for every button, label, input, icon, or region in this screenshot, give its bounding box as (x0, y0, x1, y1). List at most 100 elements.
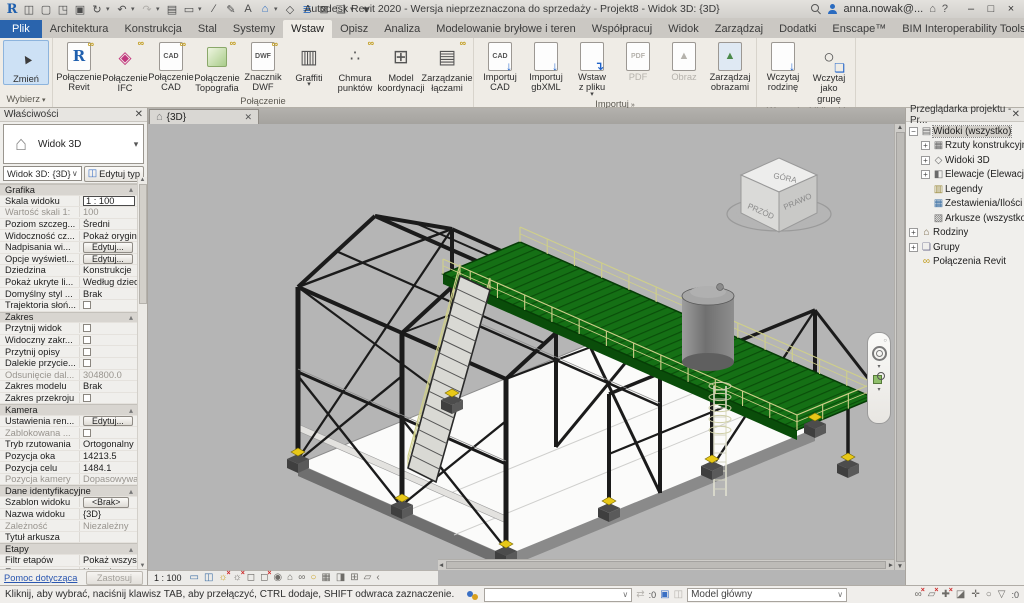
property-value[interactable]: 14213.5 (80, 451, 137, 461)
button-model-koordynacji[interactable]: ⊞Model koordynacji (378, 40, 424, 94)
button-połączenie-cad[interactable]: CAD∞Połączenie CAD (148, 40, 194, 93)
properties-scrollbar[interactable]: ▲▼ (137, 177, 147, 569)
design-option-combo[interactable]: Model główny∨ (687, 588, 847, 602)
model-viewport[interactable]: GÓRA PRZÓD PRAWO ○ ▾ ▾ ▲▼ ◄► (148, 124, 905, 570)
section-collapse-icon[interactable]: ▴ (129, 487, 133, 496)
aligned-dimension-icon[interactable]: ∕ (206, 2, 222, 17)
property-value[interactable]: Nowa konstrukcja (80, 567, 137, 569)
property-value[interactable]: 1484.1 (80, 463, 137, 473)
sync-icon-dropdown[interactable]: ▾ (106, 5, 113, 13)
tab-architektura[interactable]: Architektura (42, 20, 117, 38)
workset-combo[interactable]: ∨ (484, 588, 632, 602)
section-collapse-icon[interactable]: ▴ (129, 185, 133, 194)
expand-icon[interactable]: ‹ (376, 573, 379, 583)
property-value[interactable]: 304800.0 (80, 370, 137, 380)
property-checkbox[interactable] (83, 429, 91, 437)
browser-close-icon[interactable]: ✕ (1012, 109, 1020, 120)
tab-zarz-dzaj[interactable]: Zarządzaj (707, 20, 771, 38)
browser-item-widoki-wszystko-[interactable]: −▤Widoki (wszystko) (906, 124, 1024, 139)
close-button[interactable]: × (1002, 3, 1020, 15)
property-value[interactable]: Edytuj... (80, 416, 137, 427)
help-icon[interactable]: ? (942, 3, 948, 15)
property-checkbox[interactable] (83, 394, 91, 402)
property-button[interactable]: <Brak> (83, 497, 129, 508)
property-value[interactable]: Średni (80, 219, 137, 229)
property-value[interactable] (80, 348, 137, 356)
crop-view-icon[interactable]: ◻ (247, 573, 255, 583)
tab-plik[interactable]: Plik (0, 20, 42, 38)
select-by-face-icon[interactable]: ◪ (956, 590, 965, 600)
select-underlay-icon[interactable]: ▱× (928, 590, 936, 600)
apply-button[interactable]: Zastosuj (86, 571, 143, 585)
button-zarządzanie-łączami[interactable]: ▤∞Zarządzanie łączami (424, 40, 470, 94)
tab-konstrukcja[interactable]: Konstrukcja (116, 20, 189, 38)
default-3d-view-icon[interactable]: ⌂ (257, 2, 273, 17)
browser-item-zestawienia-ilości-wszys[interactable]: ▦Zestawienia/Ilości (wszys (906, 197, 1024, 212)
property-value[interactable]: Pokaż wszystko (80, 555, 137, 565)
property-value[interactable]: Brak (80, 381, 137, 391)
switch-window-icon-dropdown[interactable]: ▾ (350, 5, 357, 13)
tab-modelowanie-bry-owe-i-teren[interactable]: Modelowanie bryłowe i teren (428, 20, 583, 38)
tab-wsp-pracuj[interactable]: Współpracuj (584, 20, 661, 38)
tab-dodatki[interactable]: Dodatki (771, 20, 824, 38)
detail-level-icon[interactable]: ◫ (204, 573, 213, 583)
button-importuj-gbxml[interactable]: ↓Importuj gbXML (523, 40, 569, 93)
thin-lines-icon[interactable]: ≣ (299, 2, 315, 17)
customize-qat-icon[interactable]: ▾ (358, 2, 374, 17)
type-selector-dropdown-icon[interactable]: ▾ (129, 139, 143, 150)
property-checkbox[interactable] (83, 324, 91, 332)
browser-item-rodziny[interactable]: +⌂Rodziny (906, 226, 1024, 241)
default-3d-view-icon-dropdown[interactable]: ▾ (274, 5, 281, 13)
button-połączenie-ifc[interactable]: ◈∞Połączenie IFC (102, 40, 148, 94)
print-icon[interactable]: ▤ (164, 2, 180, 17)
property-value[interactable] (80, 429, 137, 437)
property-button[interactable]: Edytuj... (83, 416, 133, 427)
sun-path-icon[interactable]: ☼× (218, 573, 227, 583)
property-value[interactable]: 100 (80, 207, 137, 217)
section-collapse-icon[interactable]: ▴ (129, 406, 133, 415)
button-chmura-punktów[interactable]: ∴∞Chmura punktów (332, 40, 378, 94)
measure-icon[interactable]: ▭ (181, 2, 197, 17)
property-value[interactable] (80, 324, 137, 332)
close-hidden-windows-icon[interactable]: ⊠ (316, 2, 332, 17)
property-value[interactable]: Brak (80, 289, 137, 299)
property-value[interactable]: Pokaż oryginał (80, 231, 137, 241)
property-button[interactable]: Edytuj... (83, 254, 133, 265)
button-wczytaj-rodzinę[interactable]: ↓Wczytaj rodzinę (760, 40, 806, 93)
button-znacznik-dwf[interactable]: DWF∞Znacznik DWF (240, 40, 286, 93)
button-zmień[interactable]: ▲Zmień (3, 40, 49, 85)
vertical-scrollbar[interactable]: ▲▼ (894, 124, 905, 570)
browser-item-legendy[interactable]: ▥Legendy (906, 182, 1024, 197)
property-checkbox[interactable] (83, 301, 91, 309)
temporary-hide-icon[interactable]: ∞ (298, 573, 305, 583)
switch-windows-icon[interactable]: ◫ (21, 2, 37, 17)
minimize-button[interactable]: – (962, 3, 980, 15)
section-collapse-icon[interactable]: ▴ (129, 545, 133, 554)
tree-expander-icon[interactable]: + (921, 170, 930, 179)
zoom-dropdown-icon[interactable]: ▾ (877, 386, 880, 393)
browser-item-grupy[interactable]: +❏Grupy (906, 240, 1024, 255)
browser-item-widoki-3d[interactable]: +◇Widoki 3D (906, 153, 1024, 168)
browser-item-elewacje-elewacja-budy[interactable]: +◧Elewacje (Elewacja budy (906, 168, 1024, 183)
button-importuj-cad[interactable]: CAD↓Importuj CAD (477, 40, 523, 93)
save-icon[interactable]: ▣ (72, 2, 88, 17)
viewcube[interactable]: GÓRA PRZÓD PRAWO (721, 152, 841, 247)
properties-help-link[interactable]: Pomoc dotycząca (4, 573, 77, 583)
property-button[interactable]: Edytuj... (83, 242, 133, 253)
edit-type-button[interactable]: ◫ Edytuj typ (84, 166, 144, 182)
maximize-button[interactable]: □ (982, 3, 1000, 15)
property-value[interactable]: Konstrukcje (80, 265, 137, 275)
property-checkbox[interactable] (83, 359, 91, 367)
app-store-icon[interactable]: ⌂ (929, 3, 936, 15)
visual-style-icon[interactable]: ▭ (190, 573, 199, 583)
worksharing-display-icon[interactable]: ▦ (321, 573, 330, 583)
property-value[interactable] (80, 301, 137, 309)
tab-analiza[interactable]: Analiza (376, 20, 428, 38)
background-processes-icon[interactable]: ○ (986, 590, 992, 600)
measure-icon-dropdown[interactable]: ▾ (198, 5, 205, 13)
property-value[interactable] (80, 359, 137, 367)
steering-wheel-icon[interactable] (872, 346, 887, 361)
text-icon[interactable]: A (240, 2, 256, 17)
property-value[interactable] (80, 394, 137, 402)
section-collapse-icon[interactable]: ▴ (129, 313, 133, 322)
